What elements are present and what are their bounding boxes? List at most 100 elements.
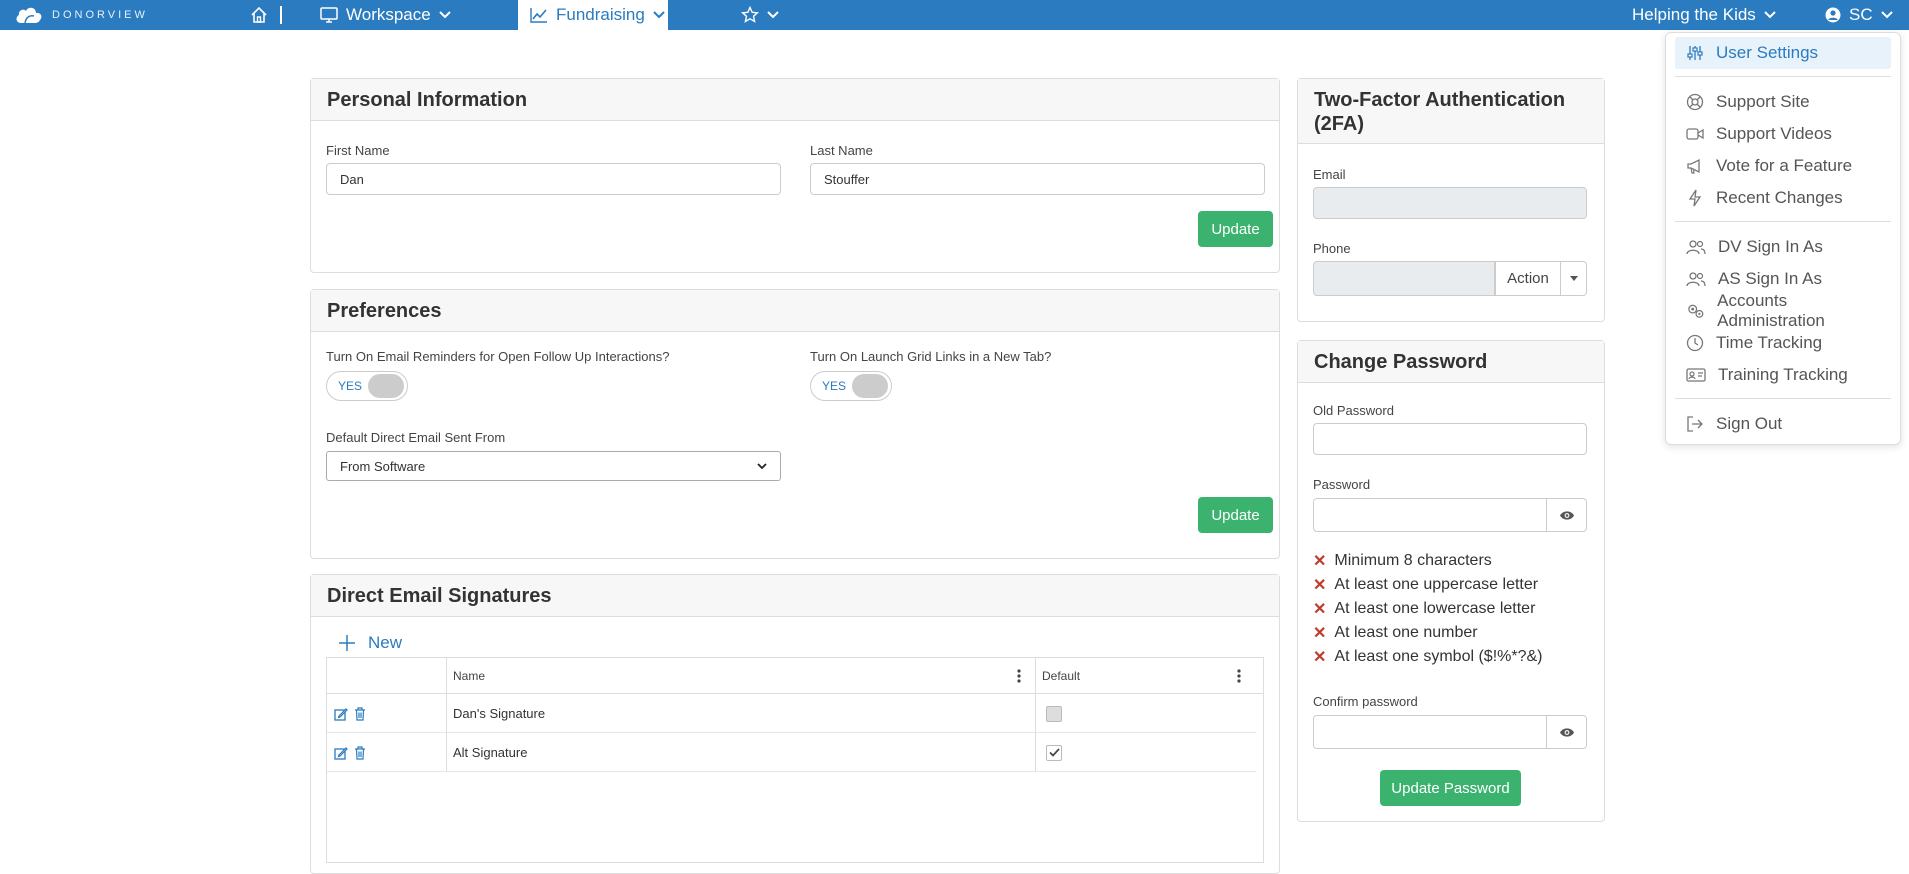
menu-item-time-tracking[interactable]: Time Tracking bbox=[1675, 327, 1891, 359]
chevron-down-icon bbox=[1880, 11, 1893, 19]
row-default-cell bbox=[1035, 733, 1256, 772]
menu-item-support-site[interactable]: Support Site bbox=[1675, 86, 1891, 118]
top-navbar: DONORVIEW Workspace Fundraising Helping … bbox=[0, 0, 1909, 30]
update-password-button[interactable]: Update Password bbox=[1380, 770, 1521, 806]
last-name-input[interactable]: Stouffer bbox=[810, 163, 1265, 195]
edit-icon[interactable] bbox=[334, 707, 348, 721]
org-switcher[interactable]: Helping the Kids bbox=[1632, 0, 1776, 30]
row-name: Alt Signature bbox=[446, 733, 1035, 772]
plus-icon bbox=[339, 635, 355, 651]
twofa-phone-label: Phone bbox=[1313, 241, 1351, 256]
first-name-input[interactable]: Dan bbox=[326, 163, 781, 195]
personal-info-card: Personal Information First Name Dan Last… bbox=[310, 78, 1280, 273]
menu-item-support-videos[interactable]: Support Videos bbox=[1675, 118, 1891, 150]
sliders-icon bbox=[1687, 46, 1703, 60]
twofa-card: Two-Factor Authentication (2FA) Email Ph… bbox=[1297, 78, 1605, 322]
change-password-title: Change Password bbox=[1298, 341, 1604, 383]
preferences-update-button[interactable]: Update bbox=[1198, 497, 1273, 533]
menu-item-vote-feature[interactable]: Vote for a Feature bbox=[1675, 150, 1891, 182]
email-from-value: From Software bbox=[340, 458, 426, 474]
old-password-input[interactable] bbox=[1313, 423, 1587, 455]
new-password-input[interactable] bbox=[1313, 498, 1547, 532]
menu-item-user-settings[interactable]: User Settings bbox=[1675, 37, 1891, 69]
nav-fundraising[interactable]: Fundraising bbox=[518, 0, 668, 30]
reminders-toggle[interactable]: YES bbox=[326, 371, 408, 401]
old-password-label: Old Password bbox=[1313, 403, 1394, 418]
nav-favorites[interactable] bbox=[741, 0, 779, 30]
clock-icon bbox=[1686, 334, 1704, 352]
x-mark-icon: ✕ bbox=[1313, 649, 1327, 666]
first-name-label: First Name bbox=[326, 143, 390, 158]
x-mark-icon: ✕ bbox=[1313, 553, 1327, 570]
user-menu-toggle[interactable]: SC bbox=[1825, 0, 1893, 30]
menu-item-accounts-admin[interactable]: Accounts Administration bbox=[1675, 291, 1891, 330]
home-link[interactable] bbox=[250, 0, 268, 30]
menu-divider bbox=[1675, 76, 1891, 77]
trash-icon[interactable] bbox=[354, 745, 366, 760]
menu-item-training-tracking[interactable]: Training Tracking bbox=[1675, 359, 1891, 391]
menu-item-label: Recent Changes bbox=[1716, 188, 1843, 207]
menu-item-label: Training Tracking bbox=[1718, 365, 1848, 384]
chevron-down-icon bbox=[439, 11, 451, 19]
eye-icon bbox=[1559, 510, 1574, 520]
menu-item-dv-sign-in[interactable]: DV Sign In As bbox=[1675, 231, 1891, 263]
chevron-down-icon bbox=[767, 11, 779, 19]
column-menu-icon[interactable] bbox=[1237, 669, 1241, 683]
nav-workspace[interactable]: Workspace bbox=[320, 0, 451, 30]
grid-header: Name Default bbox=[327, 658, 1263, 694]
chevron-down-icon bbox=[653, 11, 665, 19]
grid-default-column[interactable]: Default bbox=[1035, 658, 1255, 694]
chevron-down-icon bbox=[1764, 11, 1776, 19]
nav-divider bbox=[280, 6, 282, 24]
org-name: Helping the Kids bbox=[1632, 5, 1756, 24]
show-password-button[interactable] bbox=[1547, 498, 1587, 532]
default-checkbox-checked[interactable] bbox=[1046, 744, 1062, 761]
menu-item-label: Sign Out bbox=[1716, 414, 1783, 433]
monitor-icon bbox=[320, 7, 338, 23]
default-checkbox[interactable] bbox=[1046, 705, 1062, 722]
eye-icon bbox=[1559, 727, 1574, 737]
gears-icon bbox=[1688, 304, 1704, 318]
edit-icon[interactable] bbox=[334, 746, 348, 760]
brand-name: DONORVIEW bbox=[52, 9, 148, 21]
personal-update-button[interactable]: Update bbox=[1198, 211, 1273, 247]
caret-down-icon bbox=[1569, 276, 1578, 281]
confirm-password-input[interactable] bbox=[1313, 715, 1547, 749]
menu-item-recent-changes[interactable]: Recent Changes bbox=[1675, 182, 1891, 214]
brand-logo[interactable]: DONORVIEW bbox=[14, 5, 148, 25]
email-from-select[interactable]: From Software bbox=[326, 451, 781, 481]
menu-item-sign-out[interactable]: Sign Out bbox=[1675, 408, 1891, 440]
requirement-item: ✕ At least one symbol ($!%*?&) bbox=[1313, 647, 1543, 667]
grid-name-column[interactable]: Name bbox=[446, 658, 1035, 694]
twofa-title-line1: Two-Factor Authentication bbox=[1314, 89, 1566, 111]
new-signature-button[interactable]: New bbox=[338, 633, 402, 653]
twofa-title: Two-Factor Authentication (2FA) bbox=[1298, 79, 1604, 144]
megaphone-icon bbox=[1687, 158, 1700, 174]
grid-links-toggle[interactable]: YES bbox=[810, 371, 892, 401]
grid-links-label: Turn On Launch Grid Links in a New Tab? bbox=[810, 349, 1052, 364]
requirement-text: At least one lowercase letter bbox=[1334, 600, 1536, 617]
reminders-toggle-text: YES bbox=[338, 379, 363, 393]
x-mark-icon: ✕ bbox=[1313, 625, 1327, 642]
grid-actions-column bbox=[327, 658, 446, 694]
last-name-label: Last Name bbox=[810, 143, 873, 158]
email-from-label: Default Direct Email Sent From bbox=[326, 430, 506, 445]
preferences-title: Preferences bbox=[311, 290, 1279, 332]
user-dropdown-menu: User Settings Support Site Support Video… bbox=[1665, 32, 1901, 445]
video-icon bbox=[1686, 128, 1704, 140]
signatures-title: Direct Email Signatures bbox=[311, 575, 1279, 617]
twofa-action-button[interactable]: Action bbox=[1495, 261, 1561, 296]
menu-item-label: Accounts Administration bbox=[1717, 291, 1825, 330]
row-actions bbox=[334, 733, 366, 772]
signatures-grid: Name Default Dan's Signature Alt Signatu… bbox=[326, 657, 1264, 863]
grid-default-header: Default bbox=[1042, 669, 1081, 683]
trash-icon[interactable] bbox=[354, 706, 366, 721]
home-icon bbox=[251, 6, 267, 23]
twofa-action-dropdown[interactable] bbox=[1561, 261, 1587, 296]
requirement-text: Minimum 8 characters bbox=[1334, 552, 1492, 569]
grid-links-toggle-text: YES bbox=[822, 379, 847, 393]
requirement-text: At least one uppercase letter bbox=[1334, 576, 1539, 593]
column-menu-icon[interactable] bbox=[1017, 669, 1021, 683]
twofa-phone-input bbox=[1313, 261, 1495, 296]
show-confirm-password-button[interactable] bbox=[1547, 715, 1587, 749]
